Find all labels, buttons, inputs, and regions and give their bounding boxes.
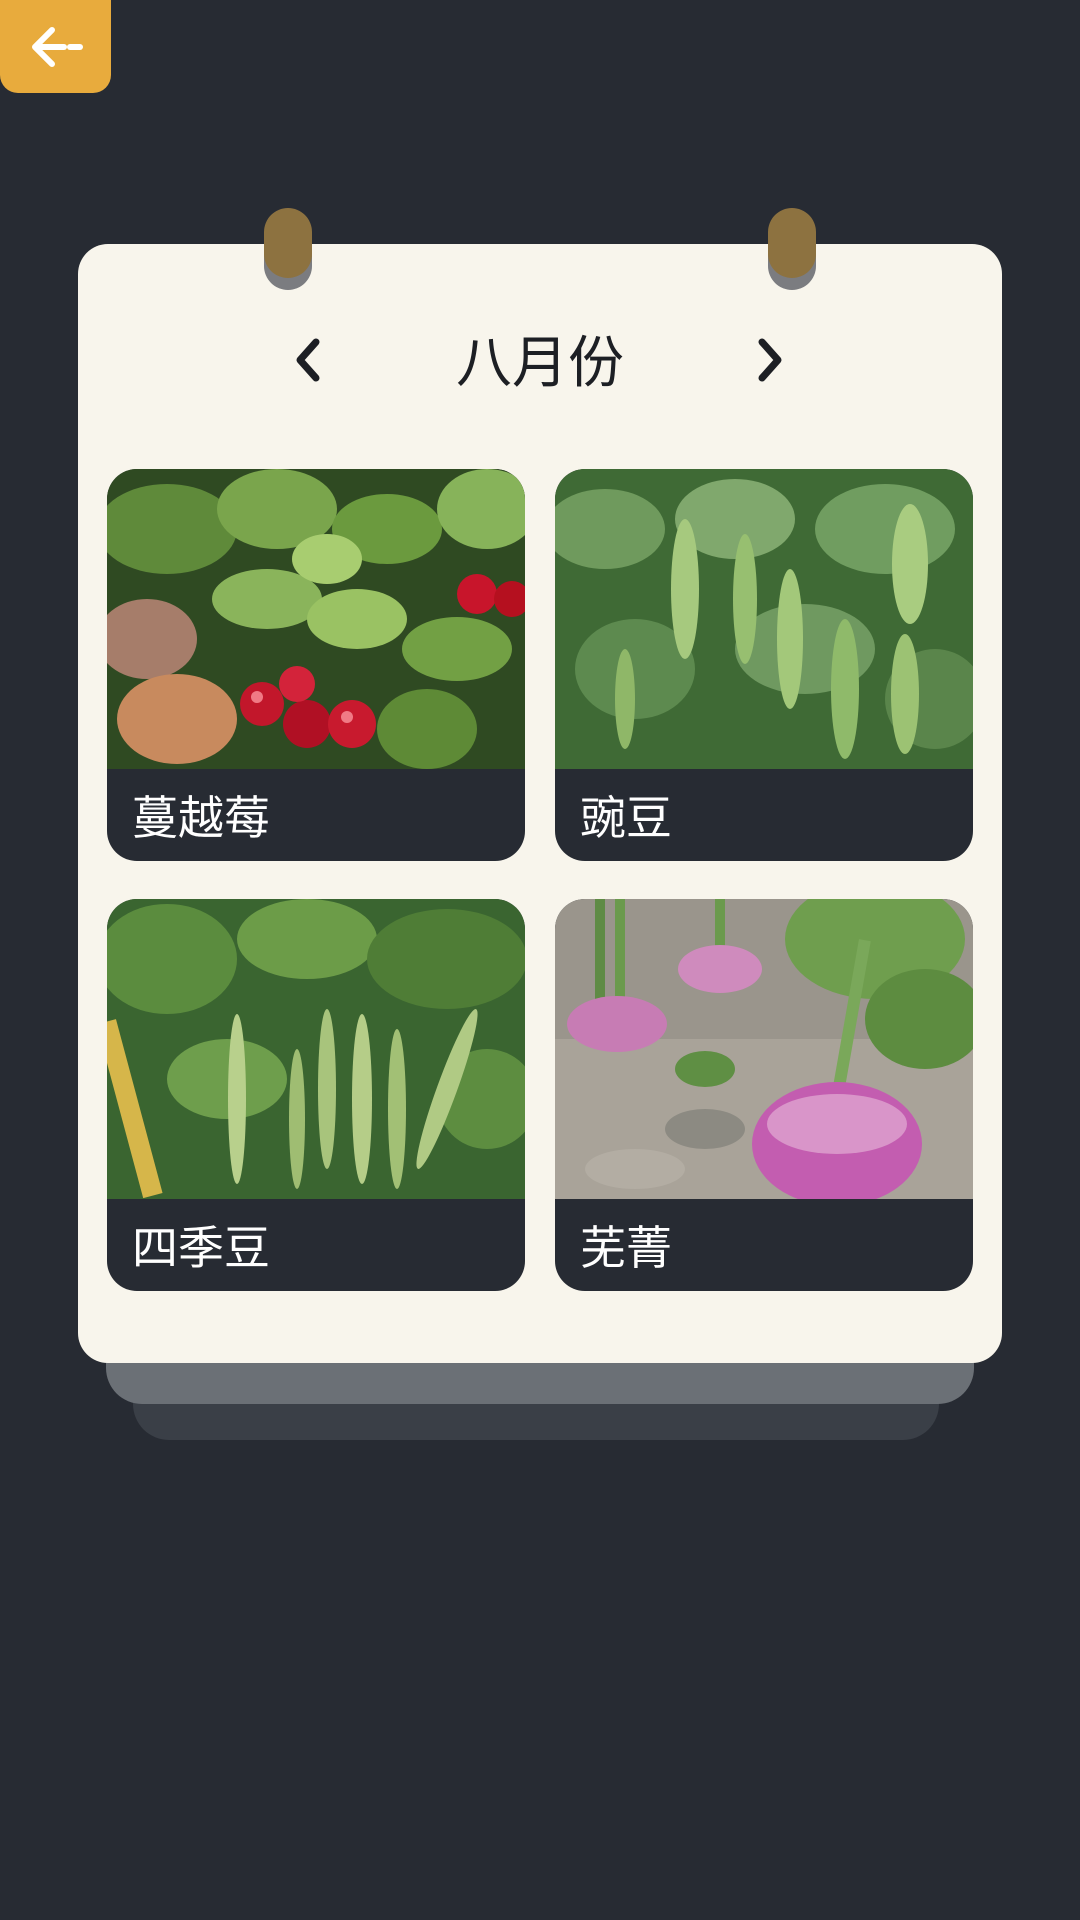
produce-card-pea[interactable]: 豌豆 <box>555 469 973 861</box>
cranberry-photo <box>107 469 525 769</box>
produce-label: 四季豆 <box>132 1221 270 1275</box>
pea-pods-photo <box>555 469 973 769</box>
produce-card-turnip[interactable]: 芜菁 <box>555 899 973 1291</box>
produce-label: 蔓越莓 <box>132 791 270 845</box>
back-arrow-icon <box>31 26 83 67</box>
back-button[interactable] <box>0 0 111 93</box>
chevron-right-icon <box>758 338 782 382</box>
produce-card-green-bean[interactable]: 四季豆 <box>107 899 525 1291</box>
binder-ring-left <box>264 208 312 290</box>
chevron-left-icon <box>296 338 320 382</box>
month-title: 八月份 <box>456 330 624 396</box>
produce-label: 豌豆 <box>580 791 672 845</box>
produce-card-cranberry[interactable]: 蔓越莓 <box>107 469 525 861</box>
next-month-button[interactable] <box>748 336 792 384</box>
month-navigation: 八月份 <box>0 318 1080 398</box>
turnip-photo <box>555 899 973 1199</box>
prev-month-button[interactable] <box>286 336 330 384</box>
green-beans-photo <box>107 899 525 1199</box>
produce-label: 芜菁 <box>580 1221 672 1275</box>
binder-ring-right <box>768 208 816 290</box>
